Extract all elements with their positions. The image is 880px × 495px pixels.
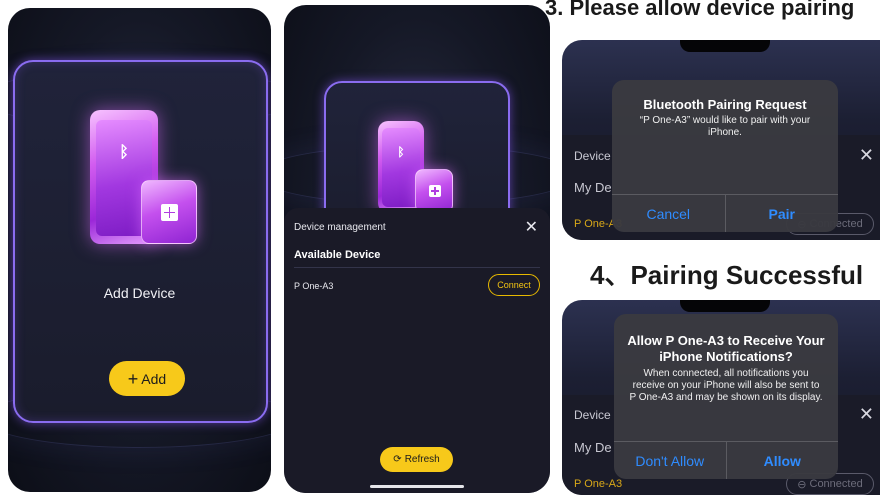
alert-title: Allow P One-A3 to Receive Your iPhone No…: [627, 333, 825, 364]
available-device-heading: Available Device: [294, 249, 381, 261]
connected-label: Connected: [809, 478, 863, 490]
refresh-button[interactable]: ⟳ Refresh: [380, 447, 453, 472]
add-button-label: Add: [141, 370, 167, 387]
alert-buttons: Don't Allow Allow: [614, 441, 838, 479]
device-label: Device: [574, 149, 611, 163]
notch: [680, 300, 770, 312]
device-illustration: [415, 169, 453, 213]
device-label: Device: [574, 408, 611, 422]
add-button[interactable]: + Add: [109, 361, 185, 396]
refresh-icon: ⟳: [393, 454, 402, 465]
alert-message: “P One-A3” would like to pair with your …: [639, 115, 811, 138]
pairing-request-screenshot: Device ✕ My De P One-A3 ⊖ Connected Blue…: [562, 40, 880, 240]
plus-icon: [429, 185, 441, 197]
close-icon[interactable]: ✕: [525, 217, 538, 237]
device-management-sheet: Device management ✕ Available Device P O…: [284, 208, 550, 493]
plus-icon: +: [127, 368, 139, 389]
connect-button[interactable]: Connect: [488, 274, 540, 296]
alert-title: Bluetooth Pairing Request: [643, 97, 807, 112]
my-device-label: My De: [574, 180, 612, 195]
plus-icon: [161, 204, 178, 221]
close-icon[interactable]: ✕: [859, 404, 874, 425]
page-title: Add Device: [103, 285, 176, 301]
my-device-label: My De: [574, 440, 612, 455]
step-4-caption: 4、Pairing Successful: [590, 260, 864, 290]
device-illustration: [141, 180, 197, 244]
add-device-screen: ᛒ Add Device + Add: [8, 8, 271, 492]
pair-button[interactable]: Pair: [724, 195, 839, 232]
allow-button[interactable]: Allow: [725, 442, 839, 479]
notification-permission-alert: Allow P One-A3 to Receive Your iPhone No…: [614, 314, 838, 479]
home-indicator: [370, 485, 464, 488]
device-list-item: P One-A3: [294, 281, 334, 291]
link-icon: ⊖: [797, 478, 807, 491]
bluetooth-pairing-alert: Bluetooth Pairing Request “P One-A3” wou…: [612, 80, 838, 232]
bluetooth-icon: ᛒ: [397, 145, 405, 159]
bluetooth-icon: ᛒ: [119, 144, 129, 161]
cancel-button[interactable]: Cancel: [612, 195, 725, 232]
device-management-screen: ᛒ Device management ✕ Available Device P…: [284, 5, 550, 493]
notch: [680, 40, 770, 52]
divider: [294, 267, 540, 268]
sheet-title: Device management: [294, 222, 386, 233]
device-name: P One-A3: [574, 478, 623, 490]
dont-allow-button[interactable]: Don't Allow: [614, 442, 726, 479]
alert-buttons: Cancel Pair: [612, 194, 838, 232]
refresh-button-label: Refresh: [404, 454, 440, 465]
close-icon[interactable]: ✕: [859, 145, 874, 166]
notification-permission-screenshot: Device ✕ My De P One-A3 ⊖ Connected Allo…: [562, 300, 880, 495]
step-3-caption: 3. Please allow device pairing: [545, 0, 855, 20]
alert-message: When connected, all notifications you re…: [629, 368, 823, 403]
